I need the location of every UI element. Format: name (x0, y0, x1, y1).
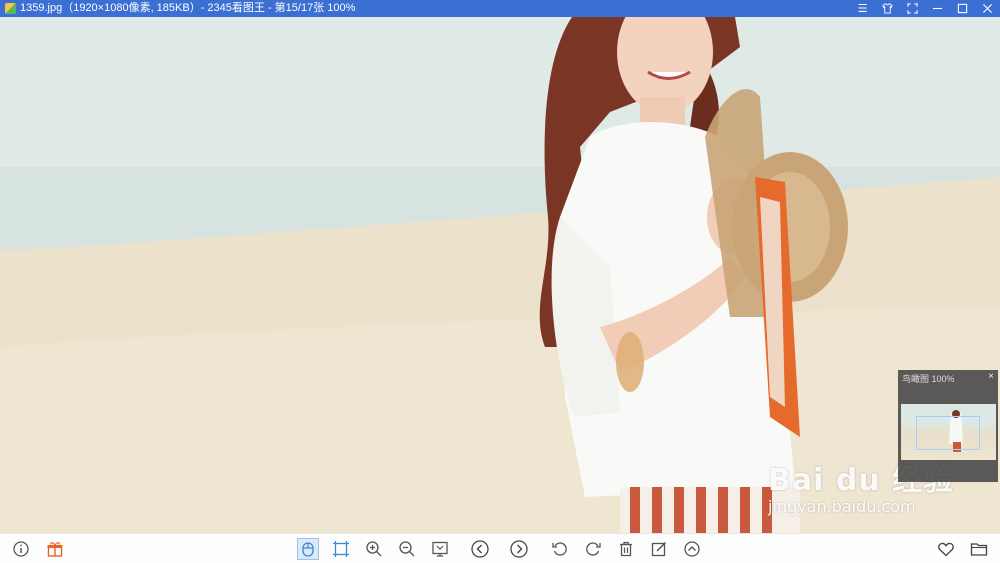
image-canvas[interactable]: Bai du 经验 jingyan.baidu.com (0, 17, 1000, 533)
close-icon[interactable] (975, 0, 1000, 17)
edit-icon[interactable] (648, 538, 670, 560)
zoom-out-icon[interactable] (396, 538, 418, 560)
open-folder-icon[interactable] (968, 538, 990, 560)
title-bar: 1359.jpg（1920×1080像素, 185KB）- 2345看图王 - … (0, 0, 1000, 17)
navigator-title: 鸟瞰图 100% (902, 374, 955, 384)
actual-size-icon[interactable] (429, 538, 451, 560)
skin-icon[interactable] (875, 0, 900, 17)
minimize-icon[interactable] (925, 0, 950, 17)
app-logo-icon (5, 3, 16, 14)
hand-tool-icon[interactable] (297, 538, 319, 560)
previous-icon[interactable] (469, 538, 491, 560)
navigator-viewport[interactable] (916, 416, 980, 450)
window-controls: ☰ (850, 0, 1000, 17)
navigator-panel[interactable]: 鸟瞰图 100% × (898, 370, 998, 482)
navigator-close-button[interactable]: × (988, 371, 994, 382)
info-icon[interactable] (10, 538, 32, 560)
rotate-right-icon[interactable] (582, 538, 604, 560)
maximize-icon[interactable] (950, 0, 975, 17)
rotate-left-icon[interactable] (549, 538, 571, 560)
watermark-url: jingyan.baidu.com (768, 497, 916, 516)
fit-window-icon[interactable] (330, 538, 352, 560)
bottom-toolbar (0, 533, 1000, 563)
gift-icon[interactable] (44, 538, 66, 560)
menu-icon[interactable]: ☰ (850, 0, 875, 17)
window-title: 1359.jpg（1920×1080像素, 185KB）- 2345看图王 - … (20, 2, 356, 14)
delete-icon[interactable] (615, 538, 637, 560)
favorite-icon[interactable] (935, 538, 957, 560)
zoom-in-icon[interactable] (363, 538, 385, 560)
more-icon[interactable] (681, 538, 703, 560)
next-icon[interactable] (508, 538, 530, 560)
fullscreen-icon[interactable] (900, 0, 925, 17)
